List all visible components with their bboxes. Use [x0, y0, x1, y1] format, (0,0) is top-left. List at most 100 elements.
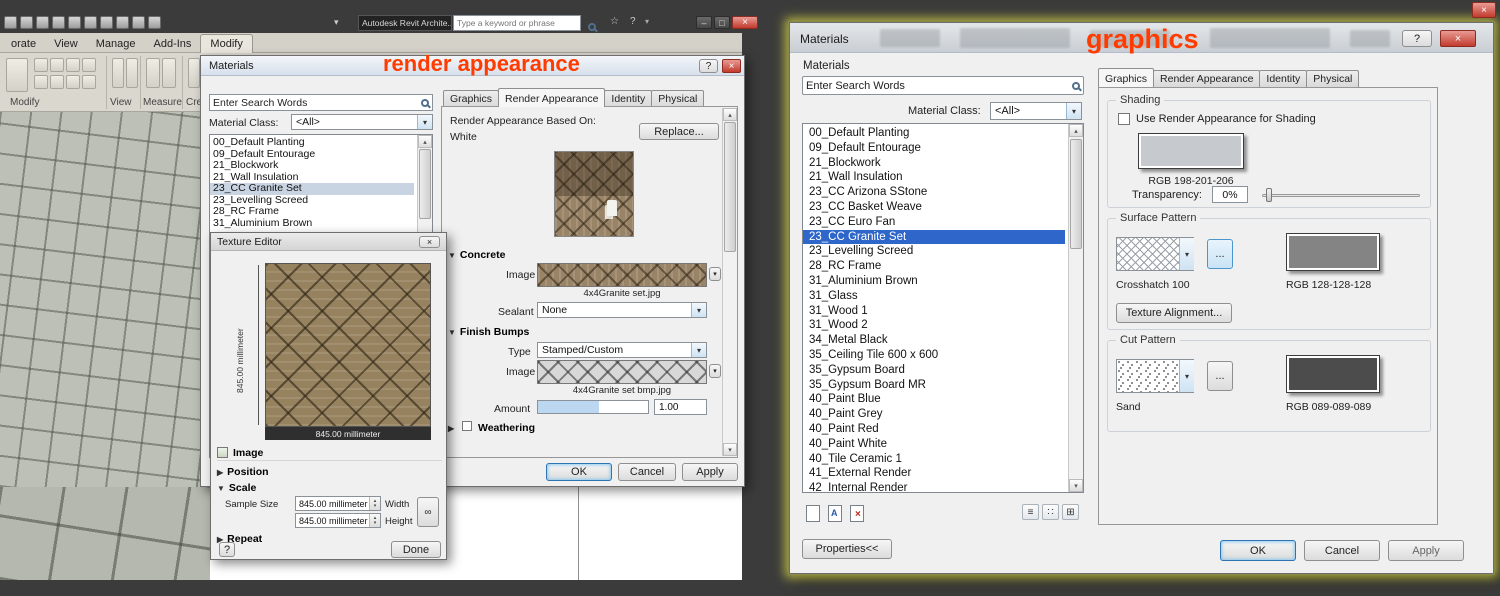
material-item[interactable]: 00_Default Planting: [210, 136, 414, 149]
create-material-icon[interactable]: [806, 505, 820, 522]
qat-overflow-icon[interactable]: ▾: [334, 17, 339, 28]
image-section-header[interactable]: Image: [217, 445, 442, 461]
ribbon-icon[interactable]: [82, 75, 96, 89]
material-item[interactable]: 23_CC Basket Weave: [803, 200, 1065, 215]
ribbon-tab[interactable]: View: [45, 35, 87, 53]
ok-button[interactable]: OK: [546, 463, 612, 481]
material-item[interactable]: 31_Aluminium Brown: [210, 217, 414, 230]
qat-icon[interactable]: [36, 16, 49, 29]
dialog-help-button[interactable]: ?: [699, 59, 718, 73]
ribbon-icon[interactable]: [66, 75, 80, 89]
spin-down-icon[interactable]: ▾: [374, 520, 377, 526]
tab[interactable]: Render Appearance: [1153, 70, 1261, 87]
material-item[interactable]: 35_Ceiling Tile 600 x 600: [803, 348, 1065, 363]
qat-icon[interactable]: [20, 16, 33, 29]
dialog-close-button[interactable]: ×: [1440, 30, 1476, 47]
ribbon-icon[interactable]: [146, 58, 160, 88]
material-item[interactable]: 40_Paint Blue: [803, 392, 1065, 407]
maximize-button[interactable]: □: [714, 16, 730, 29]
ribbon-icon[interactable]: [82, 58, 96, 72]
width-spinner[interactable]: 845.00 millimeter ▴ ▾: [295, 496, 381, 511]
weathering-checkbox[interactable]: [462, 421, 472, 431]
ribbon-icon[interactable]: [188, 58, 200, 88]
spinner-arrows[interactable]: ▴ ▾: [369, 497, 380, 510]
chevron-down-icon[interactable]: ▾: [691, 303, 706, 317]
bump-image-flyout-icon[interactable]: ▾: [709, 364, 721, 378]
concrete-section-header[interactable]: ▼ Concrete: [448, 249, 505, 261]
chevron-down-icon[interactable]: ▾: [691, 343, 706, 357]
minimize-button[interactable]: –: [696, 16, 712, 29]
ribbon-icon[interactable]: [126, 58, 138, 88]
material-item[interactable]: 42_Internal Render: [803, 481, 1065, 492]
create-material-asset-icon[interactable]: A: [828, 505, 842, 522]
transparency-slider-track[interactable]: [1262, 194, 1420, 197]
replace-button[interactable]: Replace...: [639, 123, 719, 140]
scroll-thumb[interactable]: [1070, 139, 1082, 249]
tab[interactable]: Graphics: [443, 90, 500, 107]
sealant-select[interactable]: None ▾: [537, 302, 707, 318]
qat-icon[interactable]: [100, 16, 113, 29]
scroll-down-icon[interactable]: ▾: [1069, 479, 1083, 492]
spin-down-icon[interactable]: ▾: [374, 503, 377, 509]
ribbon-tab[interactable]: Manage: [87, 35, 145, 53]
close-button[interactable]: ×: [732, 16, 758, 29]
list-view-icon[interactable]: ≡: [1022, 504, 1039, 520]
material-item[interactable]: 31_Wood 1: [803, 304, 1065, 319]
surface-pattern-color-swatch[interactable]: [1286, 233, 1380, 271]
material-item[interactable]: 23_CC Euro Fan: [803, 215, 1065, 230]
qat-icon[interactable]: [52, 16, 65, 29]
ribbon-icon[interactable]: [6, 58, 28, 92]
help-search-field[interactable]: [453, 15, 581, 31]
ribbon-icon[interactable]: [112, 58, 124, 88]
material-item[interactable]: 00_Default Planting: [803, 126, 1065, 141]
use-render-appearance-checkbox[interactable]: [1118, 113, 1130, 125]
amount-value-box[interactable]: 1.00: [654, 399, 707, 415]
material-item[interactable]: 40_Paint Grey: [803, 407, 1065, 422]
scroll-up-icon[interactable]: ▴: [723, 108, 737, 121]
scale-section-header[interactable]: ▼ Scale: [217, 482, 256, 494]
dialog-close-button[interactable]: ×: [419, 236, 440, 248]
cut-pattern-select[interactable]: ▾: [1116, 359, 1194, 393]
texture-preview[interactable]: [265, 263, 431, 427]
apply-button[interactable]: Apply: [682, 463, 738, 481]
qat-icon[interactable]: [68, 16, 81, 29]
help-icon[interactable]: ?: [630, 16, 636, 27]
material-item[interactable]: 35_Gypsum Board MR: [803, 378, 1065, 393]
material-item[interactable]: 31_Glass: [803, 289, 1065, 304]
render-preview[interactable]: [554, 151, 634, 237]
bump-type-select[interactable]: Stamped/Custom ▾: [537, 342, 707, 358]
chevron-down-icon[interactable]: ▾: [1179, 360, 1194, 392]
texture-help-button[interactable]: ?: [219, 542, 235, 557]
ribbon-icon[interactable]: [34, 75, 48, 89]
shading-color-swatch[interactable]: [1138, 133, 1244, 169]
scroll-up-icon[interactable]: ▴: [418, 135, 432, 148]
transparency-value-box[interactable]: 0%: [1212, 186, 1248, 203]
small-icons-view-icon[interactable]: ∷: [1042, 504, 1059, 520]
material-class-select[interactable]: <All> ▾: [291, 114, 433, 130]
material-class-select[interactable]: <All> ▾: [990, 102, 1082, 120]
ribbon-icon[interactable]: [162, 58, 176, 88]
favorites-star-icon[interactable]: ☆: [610, 16, 619, 27]
tab[interactable]: Graphics: [1098, 68, 1155, 87]
surface-pattern-browse-button[interactable]: ...: [1207, 239, 1233, 269]
list-scrollbar[interactable]: ▴ ▾: [1068, 124, 1083, 492]
cancel-button[interactable]: Cancel: [618, 463, 676, 481]
spinner-arrows[interactable]: ▴ ▾: [369, 514, 380, 527]
material-item[interactable]: 28_RC Frame: [210, 205, 414, 218]
material-item[interactable]: 21_Blockwork: [803, 156, 1065, 171]
tab[interactable]: Render Appearance: [498, 88, 606, 107]
tab[interactable]: Identity: [604, 90, 653, 107]
qat-icon[interactable]: [116, 16, 129, 29]
app-close-button[interactable]: ×: [1472, 2, 1496, 18]
ribbon-icon[interactable]: [50, 58, 64, 72]
tab[interactable]: Physical: [1306, 70, 1360, 87]
surface-pattern-select[interactable]: ▾: [1116, 237, 1194, 271]
ribbon-tab[interactable]: Add-Ins: [145, 35, 201, 53]
view-divider[interactable]: [578, 487, 579, 580]
material-item[interactable]: 23_Levelling Screed: [803, 244, 1065, 259]
link-dimensions-button[interactable]: ∞: [417, 497, 439, 527]
concrete-image-flyout-icon[interactable]: ▾: [709, 267, 721, 281]
help-dropdown-icon[interactable]: ▾: [645, 17, 649, 26]
material-item[interactable]: 23_CC Granite Set: [803, 229, 1065, 245]
ribbon-tab[interactable]: Modify: [200, 34, 253, 53]
